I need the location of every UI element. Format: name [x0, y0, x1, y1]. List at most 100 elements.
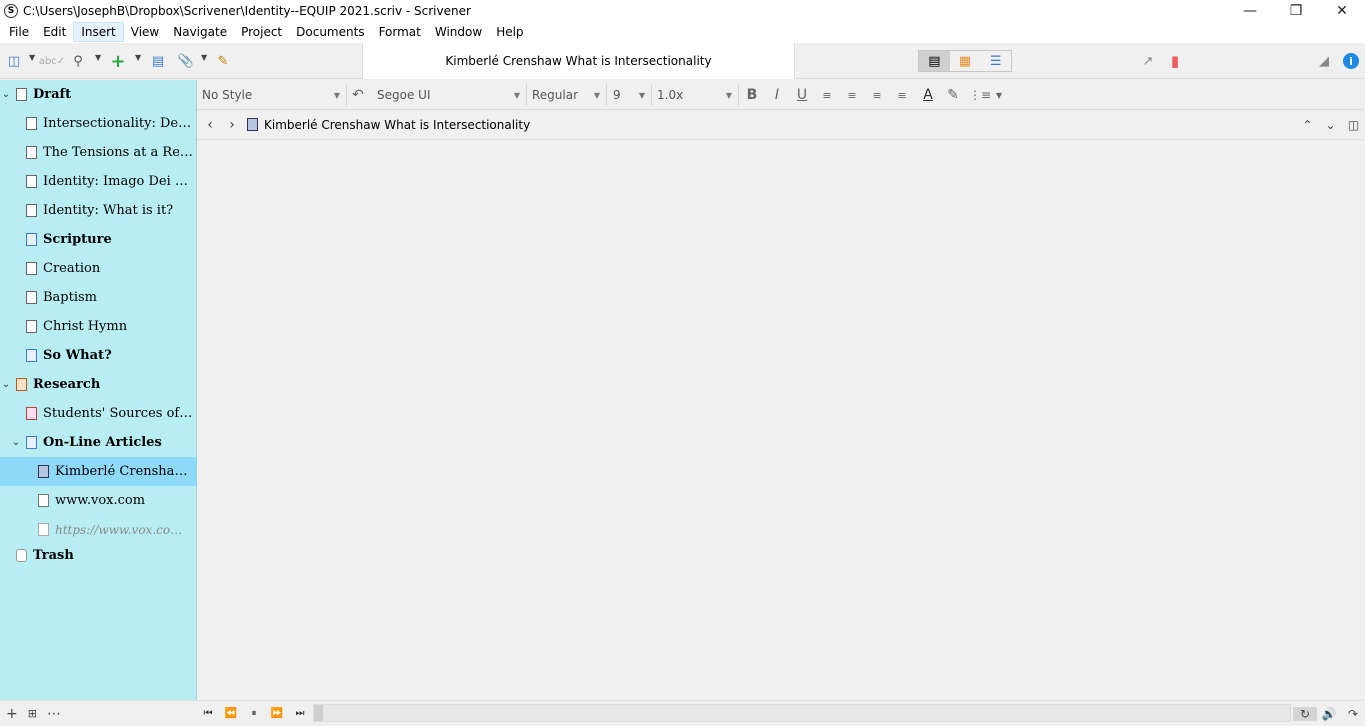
add-folder-icon[interactable]: ⊞ — [28, 707, 37, 720]
web-page-icon — [38, 494, 49, 507]
maximize-icon[interactable]: ❐ — [1273, 0, 1319, 21]
binder-item-identity-what[interactable]: Identity: What is it? — [0, 196, 197, 225]
split-editor-icon[interactable]: ◫ — [1342, 118, 1365, 132]
binder-toggle-icon[interactable]: ◫ — [6, 53, 22, 69]
underline-button[interactable]: U — [793, 86, 811, 104]
rewind-icon[interactable]: ⏪ — [223, 708, 239, 719]
menu-insert[interactable]: Insert — [73, 22, 124, 42]
scrivenings-view-icon[interactable]: ▤ — [919, 51, 950, 71]
attachment-icon[interactable]: 📎 — [178, 53, 194, 69]
menu-help[interactable]: Help — [489, 22, 530, 42]
binder-item-so-what[interactable]: So What? — [0, 341, 197, 370]
chevron-down-icon[interactable]: ⌄ — [10, 437, 22, 448]
add-icon[interactable]: + — [110, 51, 126, 72]
binder-item-tensions[interactable]: The Tensions at a Relig… — [0, 138, 197, 167]
skip-start-icon[interactable]: ⏮ — [200, 708, 216, 719]
redo-icon[interactable]: ↷ — [1341, 707, 1365, 721]
binder-item-imago-dei[interactable]: Identity: Imago Dei + In… — [0, 167, 197, 196]
paragraph-style-select[interactable]: No Style ▼ — [197, 84, 347, 106]
italic-button[interactable]: I — [768, 86, 786, 104]
align-right-icon[interactable]: ≡ — [893, 86, 911, 104]
binder-item-online-articles[interactable]: ⌄ On-Line Articles — [0, 428, 197, 457]
binder-item-trash[interactable]: Trash — [0, 541, 197, 570]
menu-project[interactable]: Project — [234, 22, 289, 42]
font-family-select[interactable]: Segoe UI ▼ — [372, 84, 527, 106]
bookmark-icon[interactable]: ▮ — [1167, 52, 1183, 70]
binder-item-kimberle-crenshaw[interactable]: Kimberlé Crenshaw … — [0, 457, 197, 486]
document-title-field[interactable]: Kimberlé Crenshaw What is Intersectional… — [362, 43, 795, 79]
loop-icon[interactable]: ↻ — [1293, 706, 1317, 721]
chevron-down-icon[interactable]: ⌄ — [1319, 118, 1342, 132]
menu-format[interactable]: Format — [372, 22, 428, 42]
binder-item-vox-url[interactable]: https://www.vox.com/t… — [0, 515, 197, 544]
undo-style-icon[interactable]: ↶ — [349, 86, 367, 104]
minimize-icon[interactable]: — — [1227, 0, 1273, 21]
media-seek-slider[interactable] — [313, 704, 1291, 722]
chevron-up-icon[interactable]: ⌃ — [1296, 118, 1319, 132]
text-color-button[interactable]: A — [919, 86, 937, 104]
media-options: ↻ 🔊 ↷ — [1293, 701, 1365, 726]
forward-icon[interactable]: › — [221, 117, 243, 133]
menu-file[interactable]: File — [2, 22, 36, 42]
line-spacing-select[interactable]: 1.0x ▼ — [652, 84, 739, 106]
draft-folder-icon — [16, 88, 27, 101]
trash-icon[interactable]: ▤ — [150, 53, 166, 69]
scrivener-app-icon[interactable]: S — [4, 3, 18, 18]
document-icon — [26, 291, 37, 304]
binder-item-vox[interactable]: www.vox.com — [0, 486, 197, 515]
menu-documents[interactable]: Documents — [289, 22, 371, 42]
fast-forward-icon[interactable]: ⏩ — [269, 708, 285, 719]
menu-window[interactable]: Window — [428, 22, 489, 42]
share-icon[interactable]: ↗ — [1140, 53, 1156, 69]
corkboard-view-icon[interactable]: ▦ — [950, 51, 981, 71]
inspector-toggle-icon[interactable]: ◢ — [1316, 53, 1332, 69]
binder-item-research[interactable]: ⌄ Research — [0, 370, 197, 399]
edit-note-icon[interactable]: ✎ — [215, 53, 231, 69]
volume-icon[interactable]: 🔊 — [1317, 707, 1341, 721]
more-options-icon[interactable]: ⋯ — [47, 706, 61, 722]
bold-button[interactable]: B — [743, 86, 761, 104]
align-justify-icon[interactable]: ≡ — [868, 86, 886, 104]
menu-view[interactable]: View — [124, 22, 166, 42]
binder-item-baptism[interactable]: Baptism — [0, 283, 197, 312]
binder-item-draft[interactable]: ⌄ Draft — [0, 80, 197, 109]
chevron-down-icon[interactable]: ▼ — [29, 53, 35, 62]
list-icon[interactable]: ⋮≡ — [969, 86, 991, 104]
search-icon[interactable]: ⚲ — [70, 53, 86, 69]
back-icon[interactable]: ‹ — [199, 117, 221, 133]
binder-item-intersectionality[interactable]: Intersectionality: Defin… — [0, 109, 197, 138]
add-icon[interactable]: + — [6, 706, 18, 722]
menu-navigate[interactable]: Navigate — [166, 22, 234, 42]
skip-end-icon[interactable]: ⏭ — [292, 708, 308, 719]
chevron-down-icon[interactable]: ▼ — [990, 86, 1008, 104]
align-center-icon[interactable]: ≡ — [843, 86, 861, 104]
research-folder-icon — [16, 378, 27, 391]
window-title: C:\Users\JosephB\Dropbox\Scrivener\Ident… — [23, 3, 471, 18]
font-weight-select[interactable]: Regular ▼ — [527, 84, 607, 106]
menu-edit[interactable]: Edit — [36, 22, 73, 42]
binder-item-scripture[interactable]: Scripture — [0, 225, 197, 254]
chevron-down-icon[interactable]: ⌄ — [0, 89, 12, 100]
spellcheck-icon[interactable]: abc✓ — [39, 53, 65, 69]
close-icon[interactable]: ✕ — [1319, 0, 1365, 21]
format-bar: No Style ▼ ↶ Segoe UI ▼ Regular ▼ 9 ▼ 1.… — [197, 80, 1365, 110]
pause-icon[interactable]: ⏸ — [246, 708, 262, 719]
editor-document-title[interactable]: Kimberlé Crenshaw What is Intersectional… — [264, 118, 530, 132]
chevron-down-icon: ▼ — [333, 90, 340, 100]
editor-header-bar: ‹ › Kimberlé Crenshaw What is Intersecti… — [197, 110, 1365, 140]
info-icon[interactable]: i — [1343, 53, 1359, 69]
binder-item-creation[interactable]: Creation — [0, 254, 197, 283]
document-icon — [26, 175, 37, 188]
chevron-down-icon[interactable]: ▼ — [95, 53, 101, 62]
editor-area[interactable] — [197, 141, 1365, 700]
chevron-down-icon[interactable]: ⌄ — [0, 379, 12, 390]
outline-view-icon[interactable]: ☰ — [980, 51, 1011, 71]
binder-item-students-sources[interactable]: Students' Sources of W… — [0, 399, 197, 428]
font-size-select[interactable]: 9 ▼ — [608, 84, 652, 106]
highlight-icon[interactable]: ✎ — [944, 86, 962, 104]
binder-item-christ-hymn[interactable]: Christ Hymn — [0, 312, 197, 341]
align-left-icon[interactable]: ≡ — [818, 86, 836, 104]
chevron-down-icon[interactable]: ▼ — [135, 53, 141, 62]
chevron-down-icon[interactable]: ▼ — [201, 53, 207, 62]
seek-thumb[interactable] — [314, 705, 323, 721]
